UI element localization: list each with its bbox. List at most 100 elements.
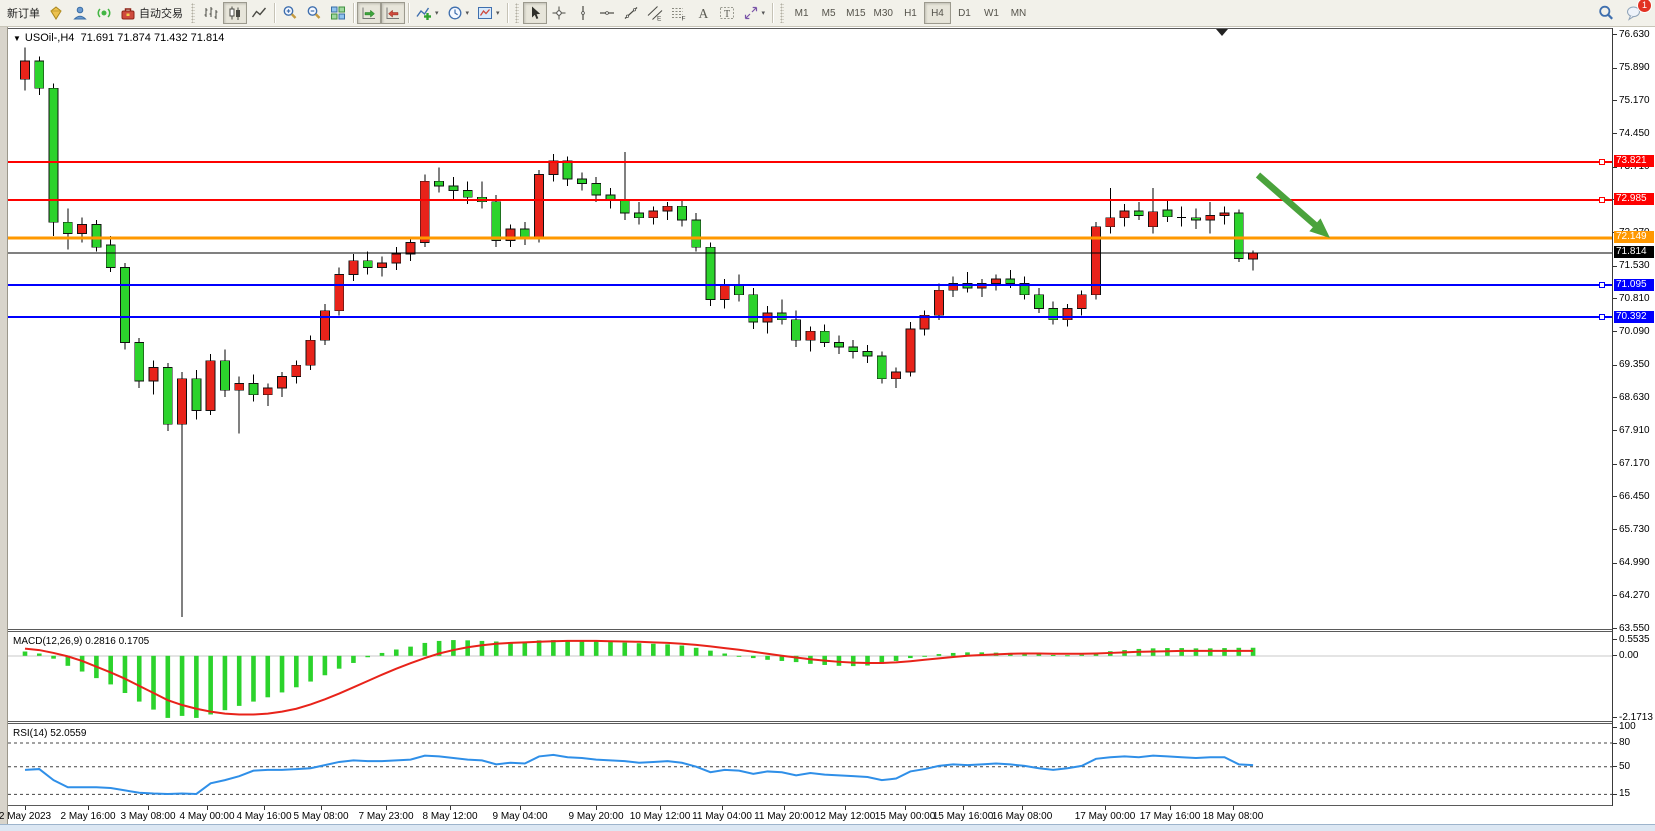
timeframe-m1-label: M1 (795, 8, 809, 19)
indicators-button[interactable]: ▾ (412, 2, 443, 24)
macd-bar (523, 641, 528, 655)
macd-bar (108, 656, 113, 685)
candle-bull (892, 372, 901, 379)
arrows-button[interactable]: ▾ (739, 2, 770, 24)
horizontal-line-button[interactable] (595, 2, 619, 24)
axis-tick (1613, 167, 1617, 168)
axis-tick (1613, 430, 1617, 431)
candle-bear (849, 347, 858, 352)
time-tick (25, 806, 26, 810)
candle-bull (1249, 253, 1258, 259)
candle-bull (1206, 215, 1215, 220)
macd-bar (765, 656, 770, 660)
trendline-button[interactable] (619, 2, 643, 24)
zoom-in-button[interactable] (278, 2, 302, 24)
time-tick (386, 806, 387, 810)
zoom-in-icon (282, 5, 298, 21)
signal-icon (96, 5, 112, 21)
macd-bar (123, 656, 128, 693)
tile-windows-button[interactable] (326, 2, 350, 24)
level-line-handle[interactable] (1600, 315, 1605, 320)
fibonacci-button[interactable]: F (667, 2, 691, 24)
level-line-handle[interactable] (1600, 198, 1605, 203)
text-button[interactable]: A (691, 2, 715, 24)
candles-icon (227, 5, 243, 21)
candle-bear (249, 383, 258, 394)
splitter-main-macd[interactable] (8, 629, 1655, 630)
axis-label: 70.090 (1619, 326, 1650, 337)
search-button[interactable] (1594, 2, 1618, 24)
rsi-panel-plot[interactable] (8, 724, 1612, 805)
line-chart-button[interactable] (247, 2, 271, 24)
search-icon (1598, 5, 1614, 21)
timeframe-m1[interactable]: M1 (788, 2, 815, 24)
macd-panel-plot[interactable] (8, 632, 1612, 721)
candle-bull (1077, 295, 1086, 309)
timeframe-m15[interactable]: M15 (842, 2, 869, 24)
macd-bar (865, 656, 870, 666)
timeframe-m5[interactable]: M5 (815, 2, 842, 24)
chevron-down-icon[interactable]: ▾ (435, 9, 439, 17)
auto-scroll-button[interactable] (357, 2, 381, 24)
annotation-arrow-shaft[interactable] (1258, 175, 1318, 227)
timeframe-d1[interactable]: D1 (951, 2, 978, 24)
level-line-handle[interactable] (1600, 160, 1605, 165)
price-axis[interactable]: 76.63075.89075.17074.45073.71072.99072.2… (1612, 28, 1655, 806)
chevron-down-icon[interactable]: ▾ (466, 9, 470, 17)
crosshair-button[interactable] (547, 2, 571, 24)
timeframe-h1[interactable]: H1 (897, 2, 924, 24)
signals-button[interactable] (92, 2, 116, 24)
vertical-line-button[interactable] (571, 2, 595, 24)
candle-bear (1049, 308, 1058, 319)
new-order-button[interactable]: 新订单 (3, 2, 44, 24)
chevron-down-icon[interactable]: ▾ (496, 9, 500, 17)
text-label-button[interactable]: T (715, 2, 739, 24)
profile-button[interactable] (68, 2, 92, 24)
time-label: 17 May 16:00 (1140, 811, 1201, 822)
timeframe-m15-label: M15 (846, 8, 865, 19)
chart-shift-button[interactable] (381, 2, 405, 24)
macd-bar (280, 656, 285, 693)
level-line-handle[interactable] (1600, 283, 1605, 288)
cursor-button[interactable] (523, 2, 547, 24)
auto-trading-button[interactable]: 自动交易 (116, 2, 187, 24)
templates-button[interactable]: ▾ (473, 2, 504, 24)
timeframe-m30[interactable]: M30 (870, 2, 897, 24)
time-label: 17 May 00:00 (1075, 811, 1136, 822)
timeframe-mn[interactable]: MN (1005, 2, 1032, 24)
chart-menu-triangle-icon[interactable]: ▼ (13, 34, 21, 43)
chart-shift-marker-icon[interactable] (1216, 29, 1228, 36)
main-chart-plot[interactable] (8, 28, 1612, 629)
splitter-macd-rsi[interactable] (8, 721, 1655, 722)
candlestick-chart-button[interactable] (223, 2, 247, 24)
time-axis[interactable]: 2 May 20232 May 16:003 May 08:004 May 00… (8, 806, 1655, 824)
axis-label: 67.170 (1619, 458, 1650, 469)
candle-bear (863, 352, 872, 357)
candle-bull (178, 379, 187, 424)
time-tick (722, 806, 723, 810)
gem-button[interactable] (44, 2, 68, 24)
channel-button[interactable]: E (643, 2, 667, 24)
profile-icon (72, 5, 88, 21)
candle-bull (934, 290, 943, 315)
macd-bar (408, 647, 413, 656)
chevron-down-icon[interactable]: ▾ (762, 9, 766, 17)
timeframe-h4[interactable]: H4 (924, 2, 951, 24)
auto-scroll-icon (361, 5, 377, 21)
price-level-label-71.095: 71.095 (1614, 279, 1654, 291)
timeframe-w1[interactable]: W1 (978, 2, 1005, 24)
zoom-out-button[interactable] (302, 2, 326, 24)
candle-bull (663, 206, 672, 211)
macd-indicator-label: MACD(12,26,9) 0.2816 0.1705 (13, 636, 149, 647)
candle-bear (363, 261, 372, 268)
bar-chart-button[interactable] (199, 2, 223, 24)
candle-bear (435, 181, 444, 186)
periods-button[interactable]: ▾ (443, 2, 474, 24)
axis-tick (1613, 464, 1617, 465)
time-tick (905, 806, 906, 810)
notifications-button[interactable]: 1 (1622, 2, 1646, 24)
rsi-line (25, 755, 1253, 794)
macd-bar (594, 641, 599, 655)
toolbar-right-group: 1 (1594, 2, 1652, 24)
axis-tick (1613, 794, 1617, 795)
